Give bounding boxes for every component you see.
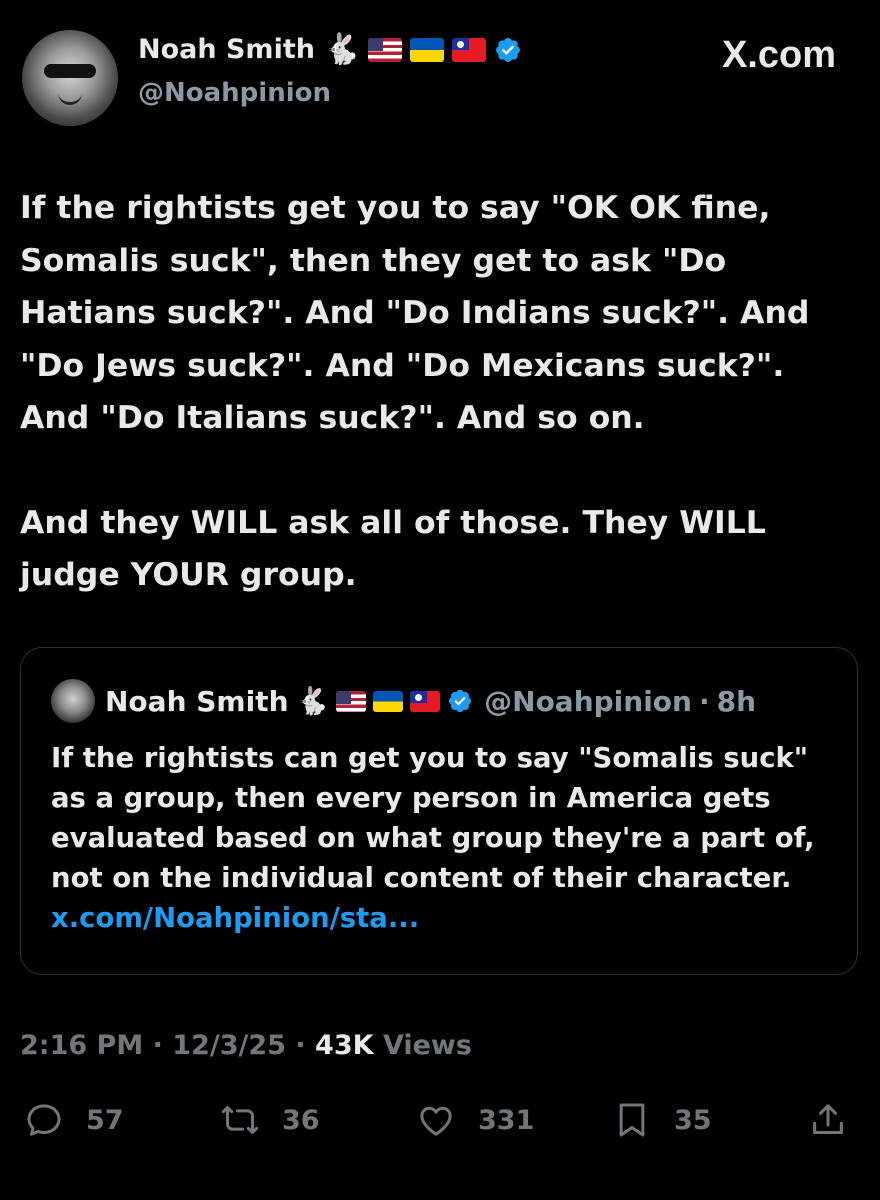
- bookmark-icon: [619, 1103, 645, 1137]
- share-button[interactable]: [808, 1100, 848, 1140]
- quoted-tweet-header: Noah Smith 🐇 @Noahpinion · 8h: [105, 679, 756, 723]
- quoted-author-avatar: [51, 679, 95, 723]
- rabbit-emoji-icon: 🐇: [322, 31, 361, 67]
- author-name[interactable]: Noah Smith: [138, 34, 315, 65]
- bookmark-count: 35: [674, 1104, 712, 1136]
- avatar-mouth: [58, 92, 82, 105]
- verified-badge-icon: [496, 37, 521, 62]
- meta-separator: ·: [152, 1030, 163, 1061]
- author-name-row[interactable]: Noah Smith 🐇: [138, 34, 522, 65]
- reply-count: 57: [86, 1104, 124, 1136]
- bookmark-button[interactable]: 35: [612, 1100, 712, 1140]
- quoted-author-name: Noah Smith: [105, 684, 289, 718]
- quoted-handle: @Noahpinion: [484, 684, 692, 718]
- tweet-time[interactable]: 2:16 PM: [20, 1030, 143, 1061]
- quoted-tweet-body: If the rightists can get you to say "Som…: [51, 738, 841, 938]
- reply-button[interactable]: 57: [24, 1100, 124, 1140]
- repost-count: 36: [282, 1104, 320, 1136]
- quoted-age: 8h: [716, 684, 757, 718]
- quoted-tweet-card[interactable]: Noah Smith 🐇 @Noahpinion · 8h If the rig…: [20, 647, 858, 975]
- tweet-paragraph: And they WILL ask all of those. They WIL…: [20, 504, 766, 594]
- verified-badge-icon: [449, 689, 472, 713]
- avatar-glasses: [44, 64, 96, 78]
- meta-separator: ·: [698, 684, 710, 718]
- repost-icon: [221, 1106, 259, 1134]
- tweet-paragraph: If the rightists get you to say "OK OK f…: [20, 190, 810, 436]
- heart-icon: [420, 1106, 452, 1136]
- x-com-logo: X.com: [721, 34, 836, 76]
- meta-separator: ·: [295, 1030, 306, 1061]
- taiwan-flag-icon: [452, 37, 487, 62]
- tweet-date[interactable]: 12/3/25: [172, 1030, 286, 1061]
- like-count: 331: [478, 1104, 535, 1136]
- share-icon: [813, 1104, 843, 1134]
- action-bar: 57 36 331 35: [0, 1100, 880, 1152]
- views-count: 43K: [315, 1030, 374, 1061]
- tweet-timestamp: 2:16 PM · 12/3/25 · 43K Views: [20, 1030, 472, 1061]
- repost-button[interactable]: 36: [220, 1100, 320, 1140]
- views-label: Views: [382, 1030, 472, 1061]
- quoted-tweet-link[interactable]: x.com/Noahpinion/sta...: [51, 902, 419, 934]
- ukraine-flag-icon: [373, 690, 404, 712]
- tweet-body: If the rightists get you to say "OK OK f…: [20, 182, 860, 602]
- taiwan-flag-icon: [410, 690, 441, 712]
- reply-icon: [27, 1104, 61, 1136]
- author-avatar[interactable]: [22, 30, 118, 126]
- rabbit-emoji-icon: 🐇: [295, 685, 330, 717]
- author-handle[interactable]: @Noahpinion: [138, 78, 331, 108]
- ukraine-flag-icon: [410, 37, 445, 62]
- us-flag-icon: [368, 37, 403, 62]
- us-flag-icon: [336, 690, 367, 712]
- quoted-tweet-text: If the rightists can get you to say "Som…: [51, 742, 815, 894]
- like-button[interactable]: 331: [416, 1100, 534, 1140]
